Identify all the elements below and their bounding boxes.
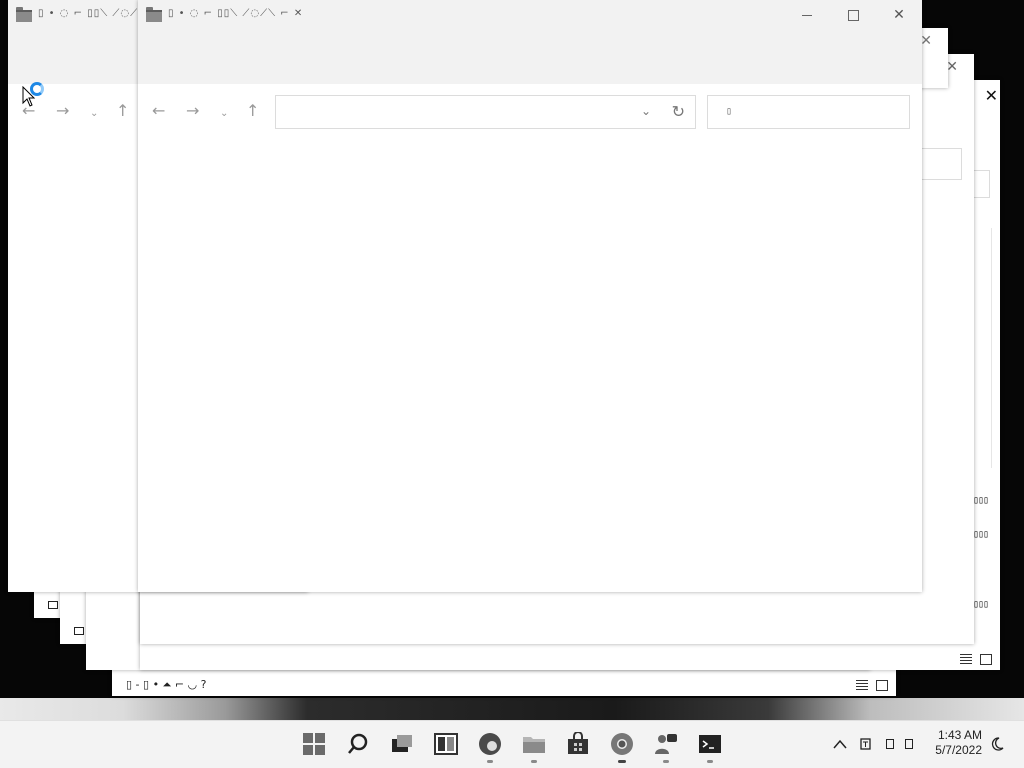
close-button[interactable]: ✕ xyxy=(876,0,922,30)
folder-icon xyxy=(146,7,162,22)
running-indicator xyxy=(663,760,669,763)
clock-time: 1:43 AM xyxy=(937,728,982,742)
minimize-button[interactable] xyxy=(784,0,830,30)
column-marker: ▯▯▯ xyxy=(972,495,989,506)
column-marker: ▯▯▯ xyxy=(972,529,989,540)
edge-browser-icon[interactable] xyxy=(478,732,502,756)
file-explorer-window[interactable]: ▯ • ◌ ⌐ ▯▯⟍ ⟋◌⟋⟍ ⌐ ✕ ✕ ← → ⌄ ↑ ⌄ ↻ ▯ xyxy=(138,0,922,592)
details-view-icon[interactable] xyxy=(960,654,972,665)
column-marker: ▯▯▯ xyxy=(972,599,989,610)
teams-chat-icon[interactable] xyxy=(654,732,678,756)
store-icon[interactable] xyxy=(566,732,590,756)
clock-date: 5/7/2022 xyxy=(935,743,982,757)
title-row: ▯ • ◌ ⌐ ▯▯⟍ ⟋◌⟋ xyxy=(16,7,139,22)
widgets-icon[interactable] xyxy=(434,732,458,756)
search-icon[interactable] xyxy=(346,732,370,756)
chrome-icon[interactable] xyxy=(610,732,634,756)
recent-locations-button[interactable]: ⌄ xyxy=(90,105,98,123)
forward-button[interactable]: → xyxy=(56,102,69,120)
busy-spinner-icon xyxy=(30,82,44,96)
window-icon xyxy=(48,601,58,609)
folder-icon[interactable] xyxy=(522,732,546,756)
close-icon[interactable]: ✕ xyxy=(985,86,998,105)
refresh-icon[interactable]: ↻ xyxy=(672,102,685,121)
up-button[interactable]: ↑ xyxy=(116,102,129,120)
navigation-bar: ← → ⌄ ↑ ⌄ ↻ ▯ xyxy=(138,84,922,140)
folder-icon xyxy=(16,7,32,22)
windows-logo-icon[interactable] xyxy=(302,732,326,756)
back-button[interactable]: ← xyxy=(152,102,165,120)
running-indicator xyxy=(707,760,713,763)
content-area[interactable] xyxy=(138,140,922,592)
caption-buttons: ✕ xyxy=(784,0,922,30)
window-title: ▯ • ◌ ⌐ ▯▯⟍ ⟋◌⟋ xyxy=(38,8,139,19)
running-indicator xyxy=(618,760,626,763)
details-view-icon[interactable] xyxy=(856,680,868,691)
up-button[interactable]: ↑ xyxy=(246,102,259,120)
wallpaper xyxy=(0,698,1024,720)
search-placeholder: ▯ xyxy=(726,106,733,117)
clock[interactable]: 1:43 AM 5/7/2022 xyxy=(935,728,982,758)
running-indicator xyxy=(531,760,537,763)
titlebar[interactable]: ▯ • ◌ ⌐ ▯▯⟍ ⟋◌⟋⟍ ⌐ ✕ ✕ xyxy=(138,0,922,84)
recent-locations-button[interactable]: ⌄ xyxy=(220,105,228,123)
network-icon[interactable] xyxy=(886,739,894,749)
close-icon[interactable]: ✕ xyxy=(920,33,932,49)
focus-assist-moon-icon[interactable] xyxy=(989,736,1005,752)
tiles-view-icon[interactable] xyxy=(876,680,888,691)
task-view-icon[interactable] xyxy=(390,732,414,756)
view-toggles[interactable] xyxy=(856,680,888,691)
close-icon[interactable]: ✕ xyxy=(946,59,958,75)
teams-tray-icon[interactable] xyxy=(858,737,874,751)
address-dropdown-icon[interactable]: ⌄ xyxy=(641,104,651,118)
search-box[interactable]: ▯ xyxy=(707,95,910,129)
terminal-icon[interactable] xyxy=(698,732,722,756)
show-hidden-icons-chevron-icon[interactable] xyxy=(833,738,847,750)
running-indicator xyxy=(487,760,493,763)
volume-icon[interactable] xyxy=(905,739,913,749)
tiles-view-icon[interactable] xyxy=(980,654,992,665)
address-bar[interactable]: ⌄ ↻ xyxy=(275,95,696,129)
window-title: ▯ • ◌ ⌐ ▯▯⟍ ⟋◌⟋⟍ ⌐ ✕ xyxy=(168,8,304,19)
maximize-button[interactable] xyxy=(830,0,876,30)
forward-button[interactable]: → xyxy=(186,102,199,120)
window-icon xyxy=(74,627,84,635)
view-toggles[interactable] xyxy=(960,654,992,665)
status-text: ▯ - ▯ • ⏶ ⌐ ◡ ? xyxy=(126,678,207,691)
title-row: ▯ • ◌ ⌐ ▯▯⟍ ⟋◌⟋⟍ ⌐ ✕ xyxy=(146,7,304,22)
divider xyxy=(991,228,992,468)
